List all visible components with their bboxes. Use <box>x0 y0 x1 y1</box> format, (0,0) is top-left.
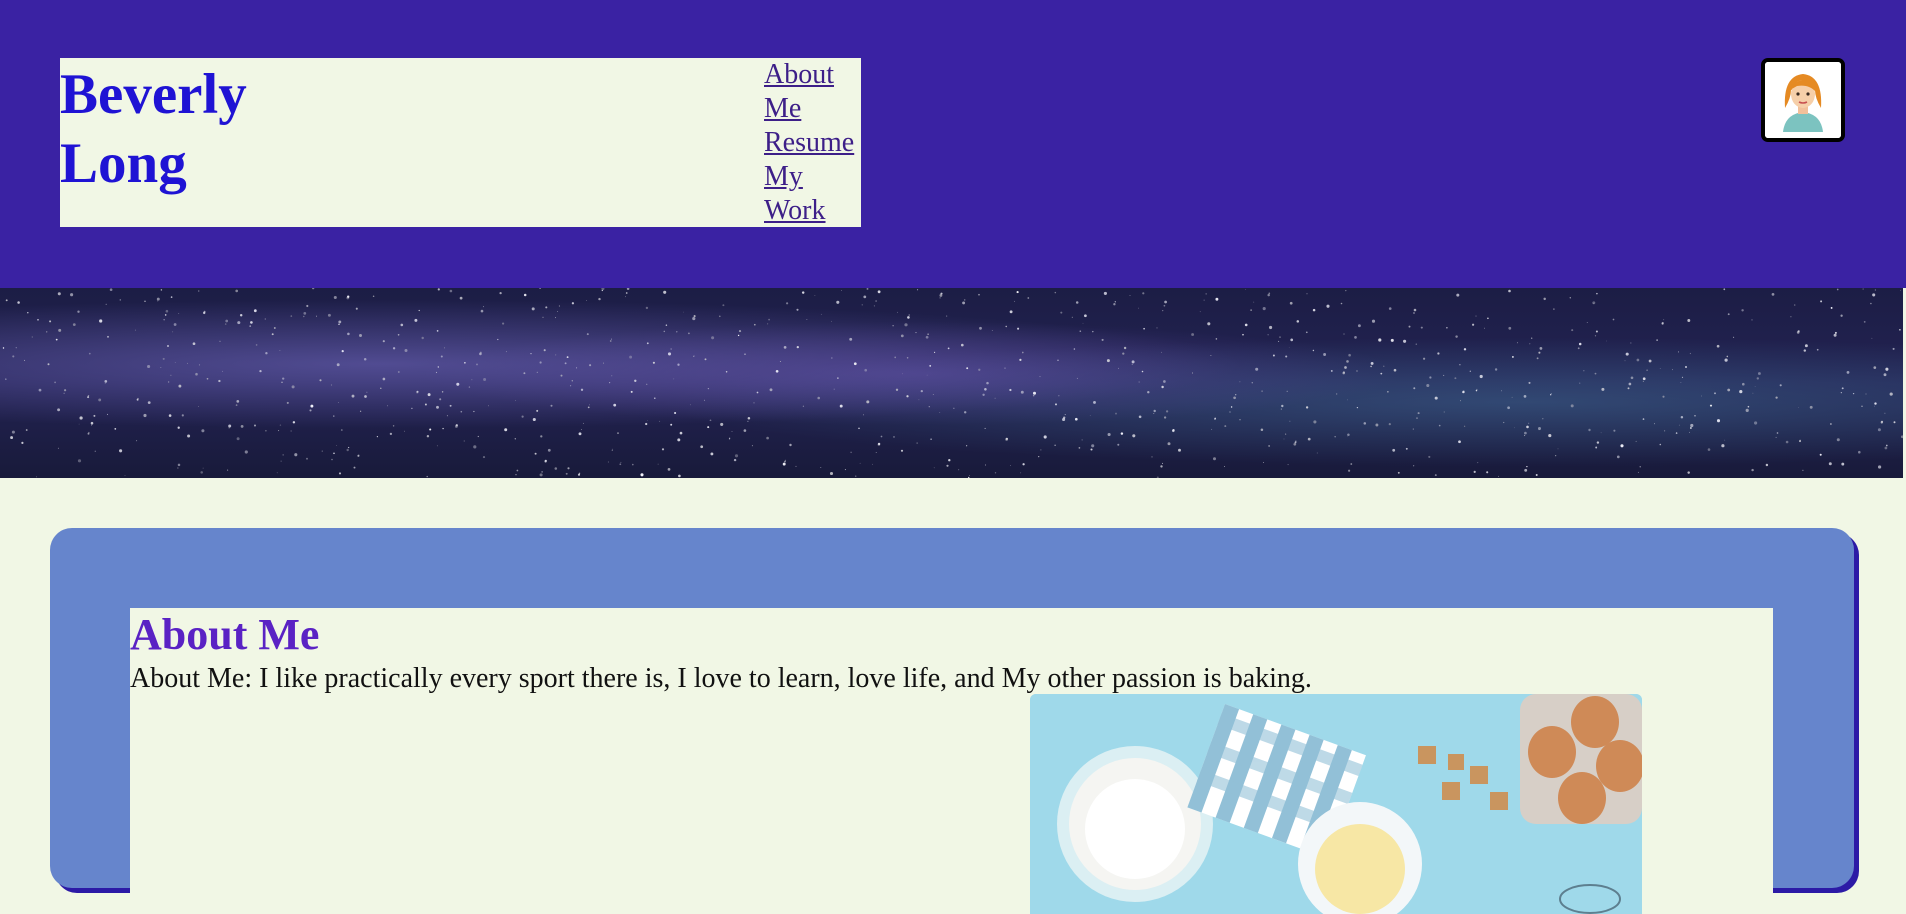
about-section: About Me About Me: I like practically ev… <box>130 608 1773 914</box>
avatar[interactable] <box>1761 58 1845 142</box>
nav-link-resume[interactable]: Resume <box>764 126 861 160</box>
nav-link-my-work[interactable]: My Work <box>764 160 861 228</box>
woman-avatar-icon <box>1765 62 1841 138</box>
baking-image <box>1030 694 1642 914</box>
starry-banner <box>0 288 1903 478</box>
about-text: About Me: I like practically every sport… <box>130 663 1312 694</box>
nav-link-about-me[interactable]: About Me <box>764 58 861 126</box>
main-nav: About Me Resume My Work <box>764 58 861 228</box>
star-field-image <box>2 288 1903 478</box>
brand-box: Beverly Long About Me Resume My Work <box>60 58 861 227</box>
about-heading: About Me <box>130 610 320 659</box>
site-title: Beverly Long <box>60 63 247 195</box>
baking-ingredients-photo <box>1030 694 1642 914</box>
about-card: About Me About Me: I like practically ev… <box>50 528 1854 914</box>
site-header: Beverly Long About Me Resume My Work <box>0 0 1906 288</box>
